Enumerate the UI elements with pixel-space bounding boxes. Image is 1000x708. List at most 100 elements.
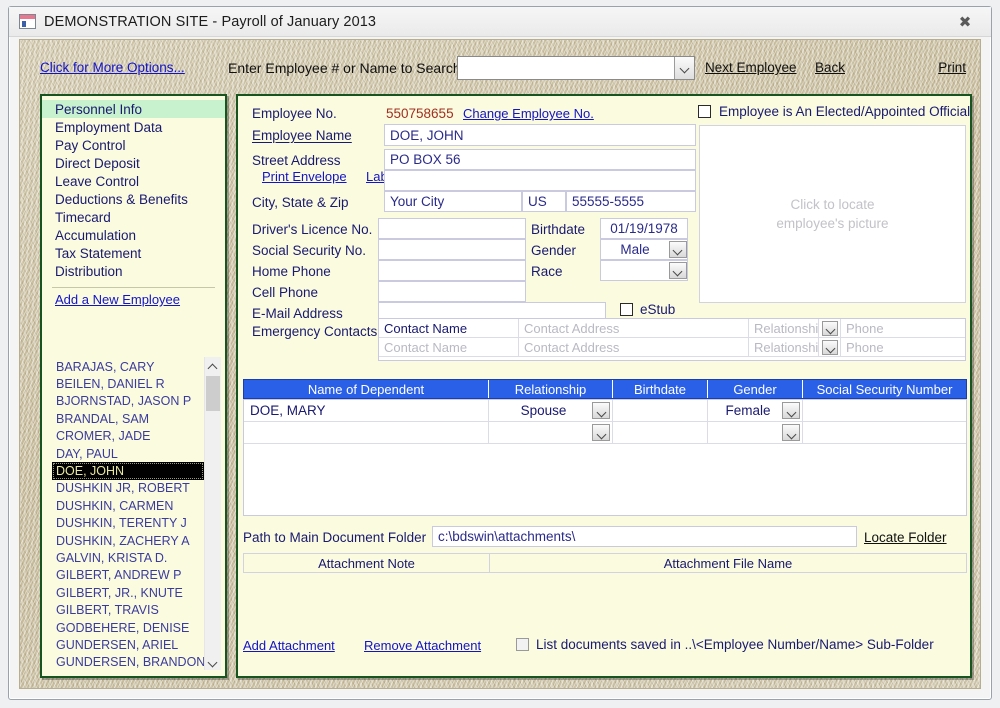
birthdate-field[interactable]: 01/19/1978	[600, 218, 688, 239]
emergency-contact-relationship[interactable]: Relationship	[749, 338, 819, 357]
employee-listbox[interactable]: BARAJAS, CARY BEILEN, DANIEL R BJORNSTAD…	[52, 357, 221, 670]
list-item[interactable]: CROMER, JADE	[52, 428, 204, 445]
table-row[interactable]: Contact Name Contact Address Relationshi…	[379, 338, 965, 357]
table-row[interactable]: DOE, MARY Spouse Female	[244, 400, 966, 422]
gender-combobox[interactable]: Male	[600, 239, 688, 260]
subfolder-checkbox-row[interactable]: List documents saved in ..\<Employee Num…	[516, 637, 934, 652]
cell-phone-field[interactable]	[378, 281, 526, 302]
street-address-line2-field[interactable]	[384, 170, 696, 191]
list-item[interactable]: DUSHKIN, TERENTY J	[52, 515, 204, 532]
dependent-name[interactable]: DOE, MARY	[244, 400, 489, 421]
chevron-down-icon[interactable]	[819, 338, 841, 357]
chevron-down-icon[interactable]	[592, 402, 610, 419]
document-path-field[interactable]: c:\bdswin\attachments\	[432, 526, 857, 547]
emergency-contact-name[interactable]: Contact Name	[379, 319, 519, 338]
chevron-down-icon[interactable]	[819, 319, 841, 338]
scrollbar-thumb[interactable]	[206, 376, 220, 411]
emergency-contact-relationship[interactable]: Relationship	[749, 319, 819, 338]
add-attachment-link[interactable]: Add Attachment	[243, 638, 335, 653]
table-row[interactable]: Contact Name Contact Address Relationshi…	[379, 319, 965, 338]
drivers-licence-field[interactable]	[378, 218, 526, 239]
list-item-selected[interactable]: DOE, JOHN	[52, 462, 204, 480]
ssn-field[interactable]	[378, 239, 526, 260]
emergency-contact-name[interactable]: Contact Name	[379, 338, 519, 357]
close-icon[interactable]: ✖	[953, 13, 977, 31]
list-item[interactable]: BJORNSTAD, JASON P	[52, 393, 204, 410]
chevron-down-icon[interactable]	[669, 262, 687, 279]
home-phone-field[interactable]	[378, 260, 526, 281]
sidebar-item-distribution[interactable]: Distribution	[42, 262, 225, 280]
emergency-contact-phone[interactable]: Phone	[841, 319, 965, 338]
chevron-down-icon[interactable]	[592, 424, 610, 441]
list-item[interactable]: BARAJAS, CARY	[52, 358, 204, 375]
remove-attachment-link[interactable]: Remove Attachment	[364, 638, 481, 653]
emergency-contact-address[interactable]: Contact Address	[519, 319, 749, 338]
chevron-down-icon[interactable]	[669, 241, 687, 258]
employee-name-field[interactable]: DOE, JOHN	[384, 124, 696, 146]
list-item[interactable]: BRANDAL, SAM	[52, 410, 204, 427]
sidebar-item-employment-data[interactable]: Employment Data	[42, 118, 225, 136]
dependent-birthdate[interactable]	[613, 400, 708, 421]
list-item[interactable]: GUNDERSEN, BRANDON	[52, 654, 204, 670]
street-address-line1-field[interactable]: PO BOX 56	[384, 149, 696, 170]
race-combobox[interactable]	[600, 260, 688, 281]
change-employee-no-link[interactable]: Change Employee No.	[463, 106, 594, 121]
attachments-list[interactable]	[243, 573, 967, 631]
print-link[interactable]: Print	[938, 60, 966, 75]
list-item[interactable]: DUSHKIN, CARMEN	[52, 497, 204, 514]
back-link[interactable]: Back	[815, 60, 845, 75]
birthdate-value: 01/19/1978	[610, 221, 678, 236]
list-item[interactable]: GODBEHERE, DENISE	[52, 619, 204, 636]
dependent-ssn[interactable]	[803, 422, 966, 443]
next-employee-link[interactable]: Next Employee	[705, 60, 797, 75]
estub-checkbox-row[interactable]: eStub	[620, 302, 675, 317]
emergency-contacts-label: Emergency Contacts	[252, 324, 378, 339]
dependent-name[interactable]	[244, 422, 489, 443]
list-item[interactable]: GILBERT, ANDREW P	[52, 567, 204, 584]
list-item[interactable]: GUNDERSEN, ARIEL	[52, 637, 204, 654]
locate-folder-link[interactable]: Locate Folder	[864, 530, 947, 545]
search-input[interactable]	[458, 57, 674, 79]
dependent-birthdate[interactable]	[613, 422, 708, 443]
scroll-up-icon[interactable]	[205, 357, 221, 374]
add-new-employee-link[interactable]: Add a New Employee	[55, 292, 180, 307]
employee-list-scrollbar[interactable]	[204, 357, 221, 670]
list-item[interactable]: GILBERT, JR., KNUTE	[52, 584, 204, 601]
elected-official-row[interactable]: Employee is An Elected/Appointed Officia…	[698, 104, 970, 119]
sidebar-item-deductions-benefits[interactable]: Deductions & Benefits	[42, 190, 225, 208]
city-field[interactable]: Your City	[384, 191, 522, 212]
sidebar-item-pay-control[interactable]: Pay Control	[42, 136, 225, 154]
dependent-ssn[interactable]	[803, 400, 966, 421]
emergency-contacts-grid[interactable]: Contact Name Contact Address Relationshi…	[378, 318, 966, 361]
state-field[interactable]: US	[522, 191, 566, 212]
list-item[interactable]: DAY, PAUL	[52, 445, 204, 462]
chevron-down-icon[interactable]	[782, 402, 800, 419]
elected-official-checkbox[interactable]	[698, 105, 711, 118]
list-item[interactable]: GILBERT, TRAVIS	[52, 602, 204, 619]
list-item[interactable]: DUSHKIN, ZACHERY A	[52, 532, 204, 549]
picture-placeholder-line2: employee's picture	[776, 216, 889, 231]
chevron-down-icon[interactable]	[674, 57, 694, 79]
dependents-table-body[interactable]: DOE, MARY Spouse Female	[243, 399, 967, 516]
search-combobox[interactable]	[457, 56, 695, 80]
emergency-contact-phone[interactable]: Phone	[841, 338, 965, 357]
table-row[interactable]	[244, 422, 966, 444]
estub-checkbox[interactable]	[620, 303, 633, 316]
sidebar-item-timecard[interactable]: Timecard	[42, 208, 225, 226]
sidebar-item-leave-control[interactable]: Leave Control	[42, 172, 225, 190]
sidebar-item-personnel-info[interactable]: Personnel Info	[42, 100, 225, 118]
scroll-down-icon[interactable]	[205, 653, 221, 670]
emergency-contact-address[interactable]: Contact Address	[519, 338, 749, 357]
employee-picture-placeholder[interactable]: Click to locate employee's picture	[699, 125, 966, 303]
sidebar-item-tax-statement[interactable]: Tax Statement	[42, 244, 225, 262]
list-item[interactable]: DUSHKIN JR, ROBERT	[52, 480, 204, 497]
print-envelope-link[interactable]: Print Envelope	[262, 169, 347, 184]
sidebar-item-accumulation[interactable]: Accumulation	[42, 226, 225, 244]
list-item[interactable]: GALVIN, KRISTA D.	[52, 549, 204, 566]
sidebar-item-direct-deposit[interactable]: Direct Deposit	[42, 154, 225, 172]
subfolder-checkbox[interactable]	[516, 638, 529, 651]
chevron-down-icon[interactable]	[782, 424, 800, 441]
list-item[interactable]: BEILEN, DANIEL R	[52, 375, 204, 392]
zip-field[interactable]: 55555-5555	[566, 191, 696, 212]
more-options-link[interactable]: Click for More Options...	[40, 60, 185, 75]
